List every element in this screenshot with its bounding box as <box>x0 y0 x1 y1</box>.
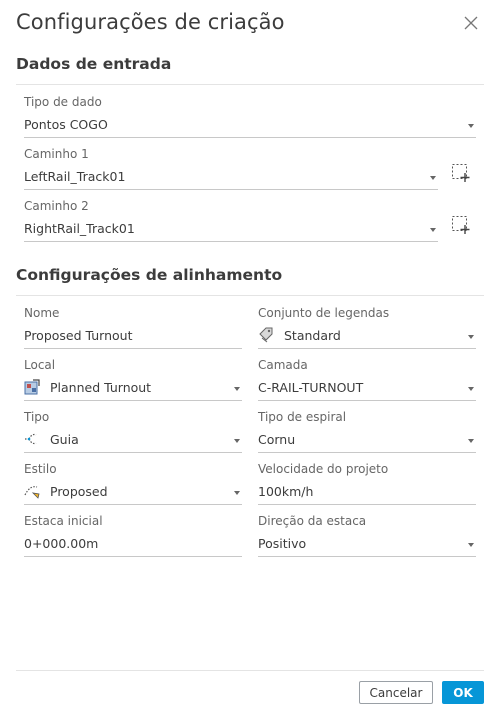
start-station-value: 0+000.00m <box>24 536 99 551</box>
station-direction-dropdown[interactable]: Positivo <box>258 534 476 557</box>
chevron-down-icon <box>468 439 474 443</box>
spiral-type-dropdown[interactable]: Cornu <box>258 430 476 453</box>
spiral-type-value: Cornu <box>258 432 296 447</box>
name-label: Nome <box>24 306 60 320</box>
path1-label: Caminho 1 <box>24 147 89 161</box>
site-value: Planned Turnout <box>50 380 152 395</box>
label-set-icon <box>259 327 273 343</box>
chevron-down-icon <box>468 543 474 547</box>
cancel-button[interactable]: Cancelar <box>359 681 433 704</box>
pick-from-drawing-icon[interactable] <box>451 215 471 235</box>
spiral-type-label: Tipo de espiral <box>258 410 347 424</box>
start-station-label: Estaca inicial <box>24 514 103 528</box>
design-speed-value: 100km/h <box>258 484 314 499</box>
chevron-down-icon <box>468 335 474 339</box>
label-set-label: Conjunto de legendas <box>258 306 390 320</box>
label-set-dropdown[interactable]: Standard <box>258 326 476 349</box>
dialog-title: Configurações de criação <box>16 10 285 34</box>
type-value: Guia <box>50 432 79 447</box>
layer-dropdown[interactable]: C-RAIL-TURNOUT <box>258 378 476 401</box>
alignment-style-icon <box>24 486 40 499</box>
path1-value: LeftRail_Track01 <box>24 169 126 184</box>
footer-divider <box>16 670 484 671</box>
chevron-down-icon <box>234 439 240 443</box>
data-type-label: Tipo de dado <box>24 95 102 109</box>
path1-dropdown[interactable]: LeftRail_Track01 <box>24 167 438 190</box>
layer-label: Camada <box>258 358 308 372</box>
type-dropdown[interactable]: Guia <box>24 430 242 453</box>
style-dropdown[interactable]: Proposed <box>24 482 242 505</box>
divider <box>16 84 484 85</box>
alignment-type-icon <box>25 433 37 445</box>
style-label: Estilo <box>24 462 57 476</box>
chevron-down-icon <box>234 387 240 391</box>
design-speed-label: Velocidade do projeto <box>258 462 389 476</box>
station-direction-value: Positivo <box>258 536 307 551</box>
path2-value: RightRail_Track01 <box>24 221 135 236</box>
data-type-dropdown[interactable]: Pontos COGO <box>24 115 476 138</box>
site-dropdown[interactable]: Planned Turnout <box>24 378 242 401</box>
ok-button[interactable]: OK <box>442 681 484 704</box>
chevron-down-icon <box>430 228 436 232</box>
pick-from-drawing-icon[interactable] <box>451 163 471 183</box>
creation-settings-dialog: Configurações de criação Dados de entrad… <box>0 0 500 719</box>
chevron-down-icon <box>468 387 474 391</box>
type-label: Tipo <box>24 410 50 424</box>
close-icon[interactable] <box>463 15 479 31</box>
alignment-section-title: Configurações de alinhamento <box>16 266 283 284</box>
path2-dropdown[interactable]: RightRail_Track01 <box>24 219 438 242</box>
label-set-value: Standard <box>284 328 341 343</box>
chevron-down-icon <box>468 124 474 128</box>
start-station-input[interactable]: 0+000.00m <box>24 534 242 557</box>
input-section-title: Dados de entrada <box>16 55 172 73</box>
name-value: Proposed Turnout <box>24 328 133 343</box>
site-icon <box>24 379 40 395</box>
data-type-value: Pontos COGO <box>24 117 108 132</box>
chevron-down-icon <box>234 491 240 495</box>
station-direction-label: Direção da estaca <box>258 514 367 528</box>
style-value: Proposed <box>50 484 108 499</box>
path2-label: Caminho 2 <box>24 199 89 213</box>
chevron-down-icon <box>430 176 436 180</box>
design-speed-input[interactable]: 100km/h <box>258 482 476 505</box>
layer-value: C-RAIL-TURNOUT <box>258 380 364 395</box>
name-input[interactable]: Proposed Turnout <box>24 326 242 349</box>
divider <box>16 295 484 296</box>
site-label: Local <box>24 358 56 372</box>
